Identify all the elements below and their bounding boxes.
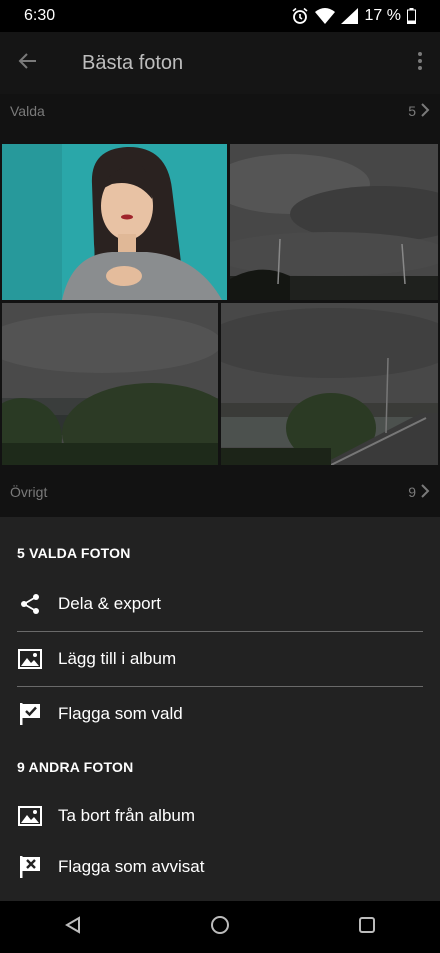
- other-photos-heading: 9 ANDRA FOTON: [17, 759, 134, 775]
- picked-photos-heading: 5 VALDA FOTON: [17, 545, 131, 561]
- more-vertical-icon: [417, 51, 423, 76]
- nav-recents-button[interactable]: [337, 901, 397, 953]
- section-header-other[interactable]: Övrigt 9: [0, 475, 440, 509]
- menu-item-label: Dela & export: [58, 594, 161, 613]
- status-time: 6:30: [24, 7, 56, 24]
- back-button[interactable]: [0, 32, 56, 94]
- chevron-right-icon: [420, 483, 430, 501]
- album-remove-icon: [17, 803, 43, 829]
- bottom-sheet: 5 VALDA FOTON Dela & export Lägg till i …: [0, 517, 440, 901]
- nav-home-button[interactable]: [190, 901, 250, 953]
- signal-icon: [340, 8, 359, 24]
- section-label-other: Övrigt: [10, 484, 48, 500]
- menu-item-label: Ta bort från album: [58, 806, 196, 825]
- wifi-icon: [314, 8, 335, 24]
- circle-home-icon: [210, 915, 230, 940]
- more-options-button[interactable]: [400, 32, 440, 94]
- page-title: Bästa foton: [82, 51, 184, 74]
- system-navigation-bar: [0, 901, 440, 953]
- triangle-back-icon: [64, 915, 82, 939]
- alarm-icon: [291, 7, 309, 25]
- battery-label: 17 %: [364, 7, 401, 24]
- section-count-picked: 5: [408, 103, 416, 119]
- menu-item-label: Flagga som avvisat: [58, 857, 205, 876]
- square-recents-icon: [358, 916, 376, 939]
- flag-as-rejected-button[interactable]: Flagga som avvisat: [17, 840, 423, 894]
- section-label-picked: Valda: [10, 103, 45, 119]
- battery-icon: [407, 8, 416, 24]
- photo-thumbnail[interactable]: [2, 144, 227, 300]
- photo-thumbnail[interactable]: [221, 303, 438, 465]
- section-count-other: 9: [408, 484, 416, 500]
- remove-from-album-button[interactable]: Ta bort från album: [17, 789, 423, 843]
- nav-back-button[interactable]: [43, 901, 103, 953]
- flag-as-picked-button[interactable]: Flagga som vald: [17, 687, 423, 741]
- menu-item-label: Lägg till i album: [58, 649, 177, 668]
- photo-thumbnail[interactable]: [230, 144, 438, 300]
- chevron-right-icon: [420, 102, 430, 120]
- photo-thumbnail[interactable]: [2, 303, 218, 465]
- flag-rejected-icon: [17, 854, 43, 880]
- share-icon: [17, 591, 43, 617]
- album-add-icon: [17, 646, 43, 672]
- share-export-button[interactable]: Dela & export: [17, 577, 423, 631]
- status-icons: 17 %: [291, 7, 416, 25]
- arrow-left-icon: [18, 51, 38, 76]
- flag-picked-icon: [17, 701, 43, 727]
- section-header-picked[interactable]: Valda 5: [0, 94, 440, 128]
- status-bar: 6:30 17 %: [0, 0, 440, 32]
- menu-item-label: Flagga som vald: [58, 704, 183, 723]
- add-to-album-button[interactable]: Lägg till i album: [17, 632, 423, 686]
- app-bar: Bästa foton: [0, 32, 440, 94]
